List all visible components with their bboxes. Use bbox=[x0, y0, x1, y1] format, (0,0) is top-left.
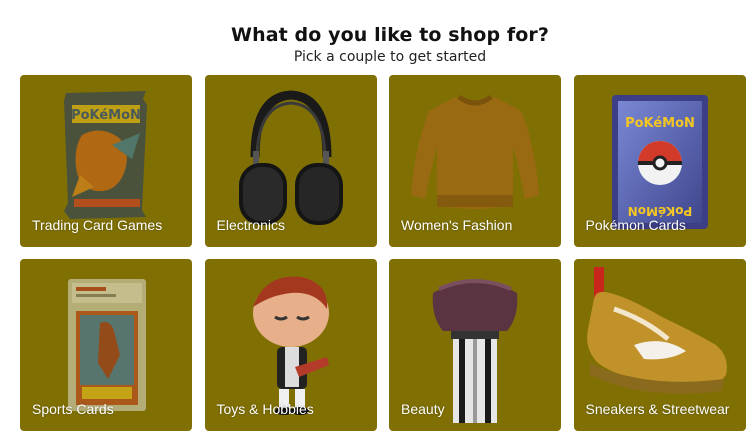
category-tile-beauty[interactable]: Beauty bbox=[389, 259, 561, 431]
page-subtitle: Pick a couple to get started bbox=[293, 49, 487, 65]
category-grid: PoKéMoN Trading Card Games Electronics W… bbox=[20, 75, 746, 431]
category-tile-womens-fashion[interactable]: Women's Fashion bbox=[389, 75, 561, 247]
category-tile-pokemon-cards[interactable]: PoKéMoN PoKéMoN Pokémon Cards bbox=[573, 75, 746, 247]
svg-text:PoKéMoN: PoKéMoN bbox=[71, 108, 141, 123]
category-tile-toys-hobbies[interactable]: Toys & Hobbies bbox=[204, 259, 377, 431]
category-tile-electronics[interactable]: Electronics bbox=[204, 75, 377, 247]
category-tile-trading-card-games[interactable]: PoKéMoN Trading Card Games bbox=[20, 75, 192, 247]
tile-label: Trading Card Games bbox=[32, 217, 163, 233]
page-title: What do you like to shop for? bbox=[231, 24, 549, 46]
tile-label: Sports Cards bbox=[32, 401, 114, 417]
tile-label: Toys & Hobbies bbox=[216, 401, 314, 417]
category-tile-sneakers-streetwear[interactable]: Sneakers & Streetwear bbox=[573, 259, 746, 431]
tile-label: Women's Fashion bbox=[401, 217, 513, 233]
page-header: What do you like to shop for? Pick a cou… bbox=[0, 22, 748, 66]
tile-label: Pokémon Cards bbox=[585, 217, 686, 233]
tile-label: Electronics bbox=[216, 217, 285, 233]
tile-label: Beauty bbox=[401, 401, 445, 417]
category-tile-sports-cards[interactable]: Sports Cards bbox=[20, 259, 192, 431]
svg-text:PoKéMoN: PoKéMoN bbox=[625, 116, 695, 131]
tile-label: Sneakers & Streetwear bbox=[585, 401, 730, 417]
svg-text:PoKéMoN: PoKéMoN bbox=[627, 204, 692, 218]
